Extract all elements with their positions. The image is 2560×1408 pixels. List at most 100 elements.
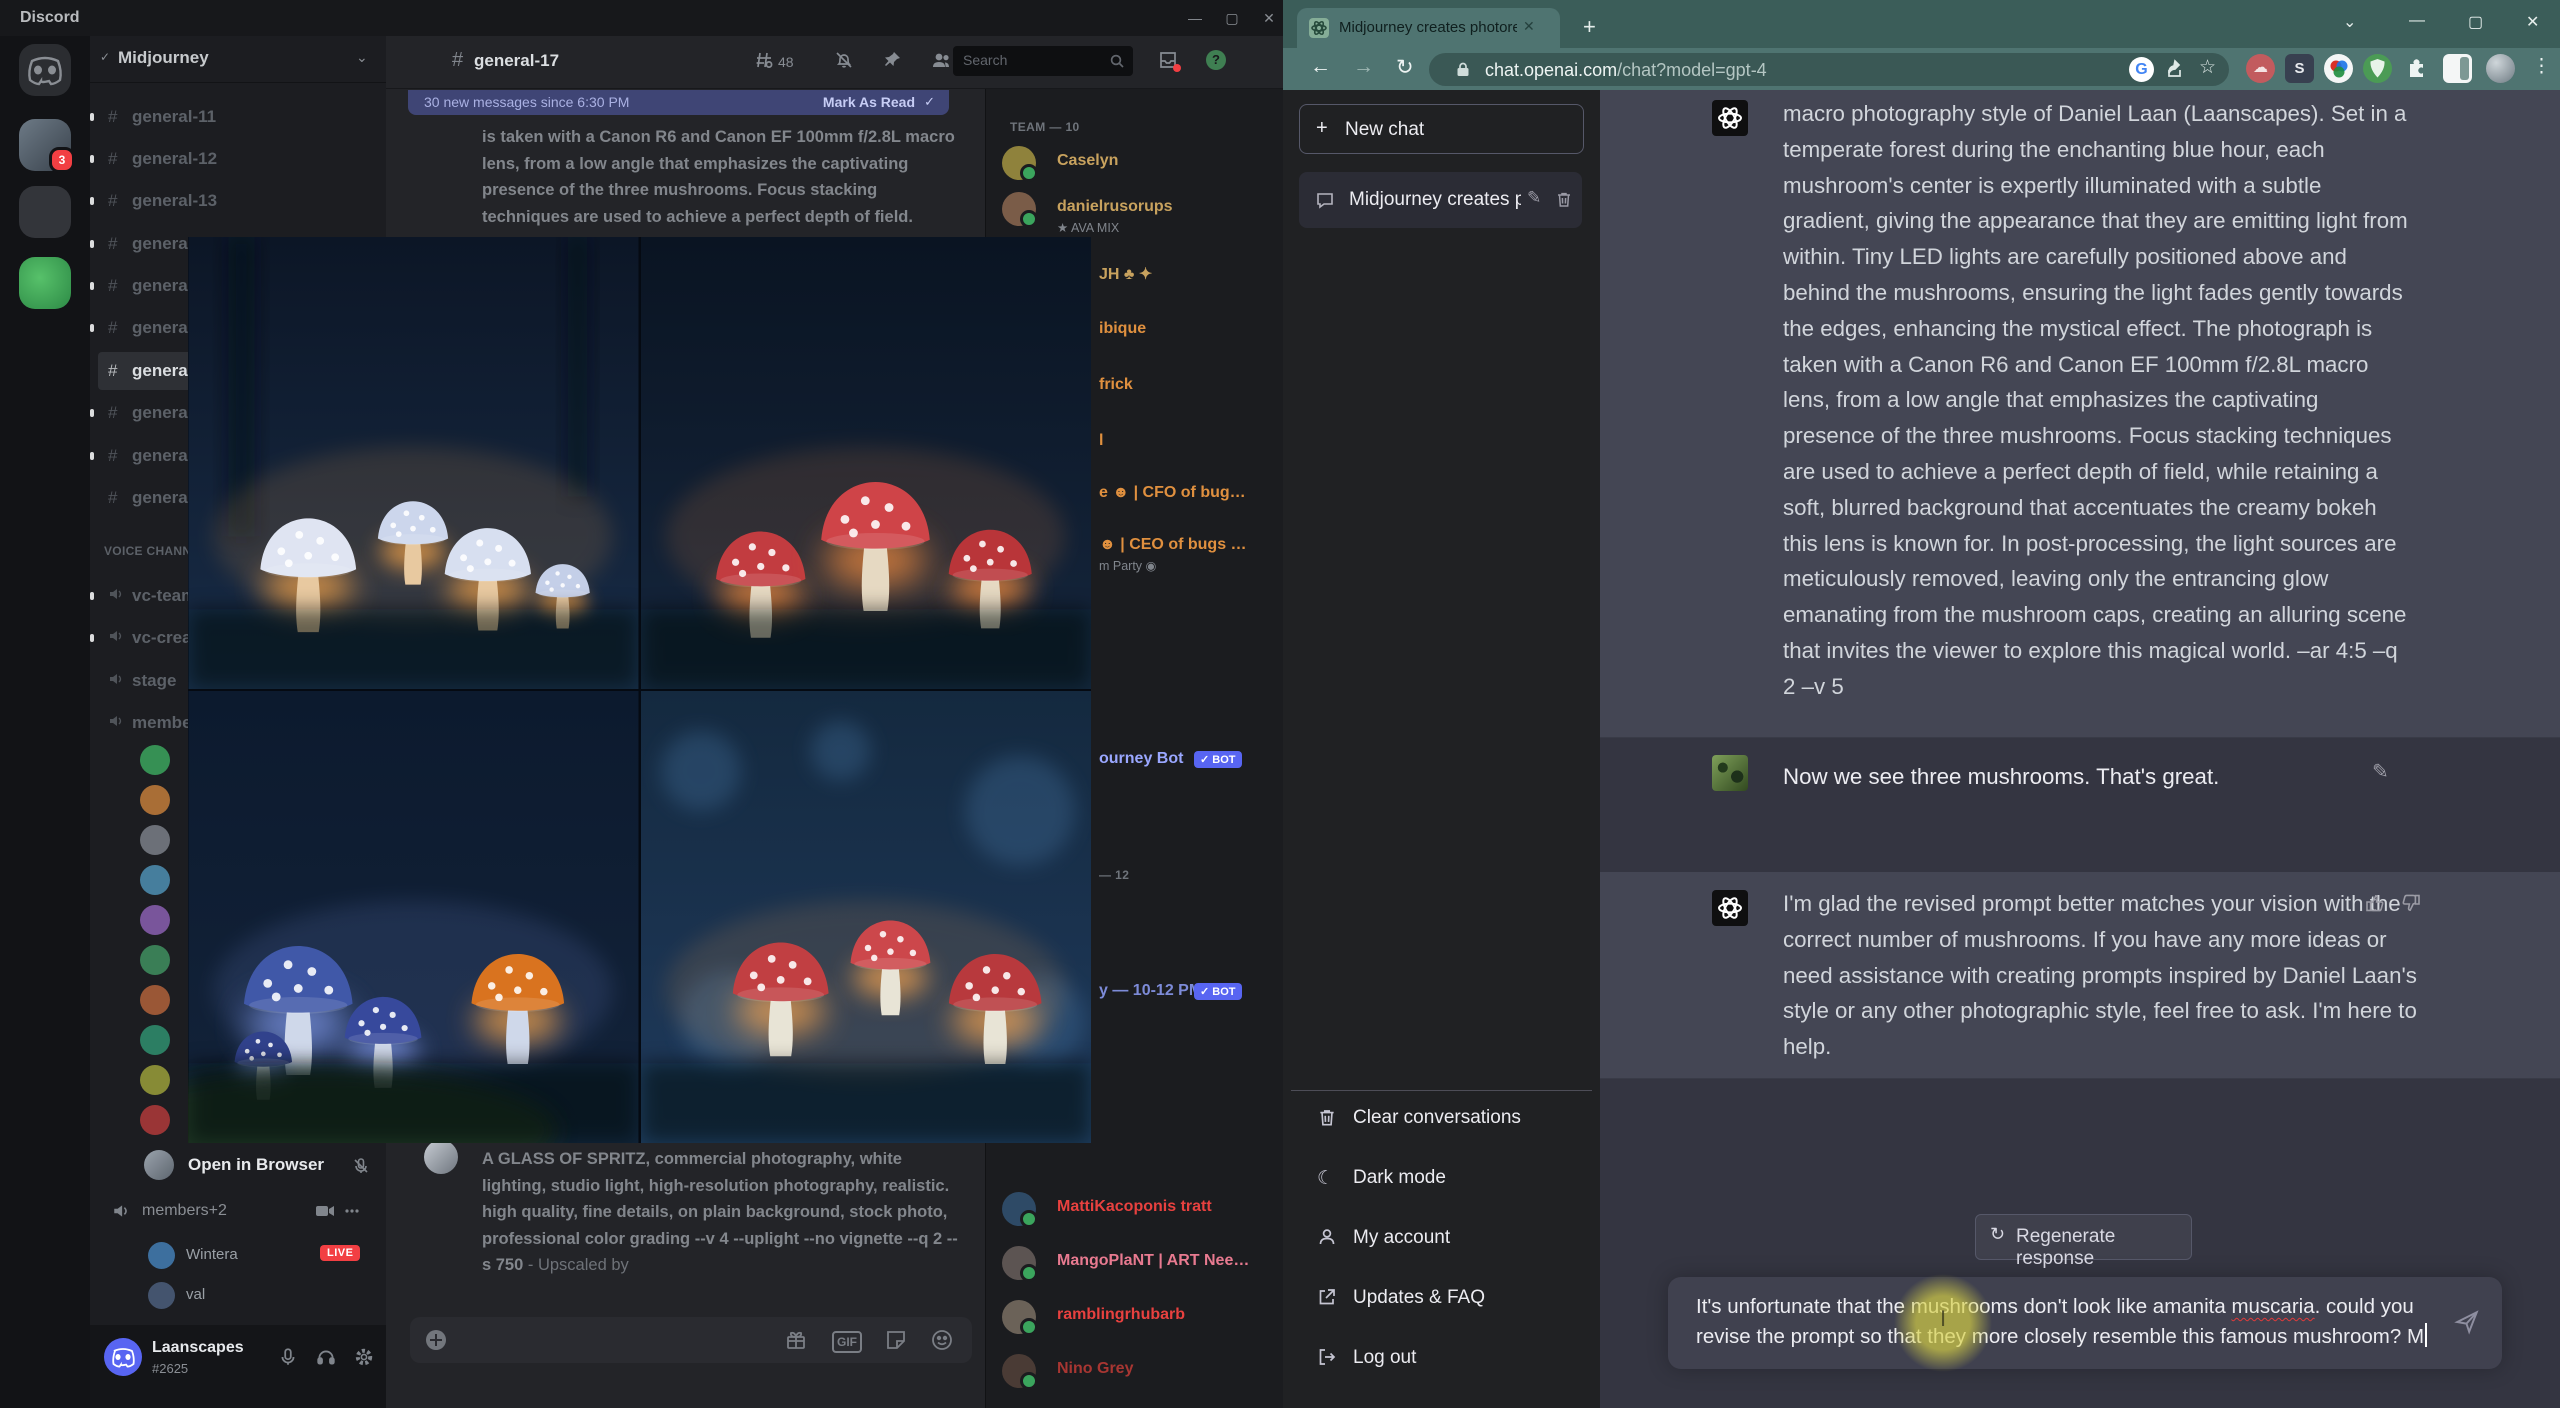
forward-icon[interactable]: → (1353, 55, 1374, 79)
share-icon[interactable] (2166, 59, 2186, 79)
voice-user-avatar[interactable] (140, 825, 170, 855)
reload-icon[interactable]: ↻ (1396, 55, 1414, 80)
mushroom-image-bottom-left[interactable] (188, 691, 639, 1143)
maximize-icon[interactable]: ▢ (1219, 7, 1245, 29)
maximize-icon[interactable]: ▢ (2468, 12, 2483, 32)
camera-icon[interactable] (316, 1204, 334, 1218)
extensions-puzzle-icon[interactable] (2402, 54, 2431, 83)
my-account-item[interactable]: My account (1291, 1212, 1592, 1264)
notifications-off-icon[interactable] (834, 50, 854, 70)
trash-icon[interactable] (1555, 190, 1573, 209)
voice-user-avatar[interactable] (140, 1025, 170, 1055)
send-icon[interactable] (2454, 1309, 2480, 1335)
conversation-item[interactable]: Midjourney creates pho ✎ (1299, 172, 1582, 228)
member-name: danielrusorups (1057, 198, 1173, 215)
voice-user-avatar[interactable] (140, 865, 170, 895)
sticker-icon[interactable] (884, 1328, 908, 1352)
sidebar-channel-item[interactable]: # general-12 (90, 140, 378, 178)
voice-user-avatar[interactable] (140, 1065, 170, 1095)
voice-user-avatar[interactable] (140, 785, 170, 815)
thumbs-down-icon[interactable] (2400, 892, 2422, 914)
member-row[interactable]: MattiKacoponis tratt (986, 1192, 1284, 1236)
emoji-icon[interactable] (930, 1328, 954, 1352)
member-name: JH ♣ ✦ (1099, 266, 1153, 283)
clear-conversations-item[interactable]: Clear conversations (1291, 1092, 1592, 1144)
log-out-item[interactable]: Log out (1291, 1332, 1592, 1384)
new-messages-banner[interactable]: 30 new messages since 6:30 PM Mark As Re… (408, 90, 949, 115)
server-header[interactable]: ✓ Midjourney ⌄ (90, 36, 386, 83)
midjourney-image-preview[interactable] (188, 237, 1091, 1143)
gift-icon[interactable] (784, 1328, 808, 1352)
member-row[interactable]: ramblingrhubarb (986, 1300, 1284, 1344)
extension-rgb-icon[interactable] (2324, 54, 2353, 83)
mushroom-image-top-right[interactable] (641, 237, 1091, 689)
sidebar-channel-item[interactable]: # general-13 (90, 182, 378, 220)
back-icon[interactable]: ← (1310, 55, 1331, 79)
gif-icon[interactable]: GIF (832, 1331, 862, 1353)
member-row[interactable]: Caselyn (986, 146, 1284, 190)
voice-channel-members-label[interactable]: members+2 (142, 1202, 227, 1220)
discord-home-button[interactable] (19, 44, 71, 96)
discord-message-input[interactable]: GIF (410, 1317, 972, 1363)
voice-user-avatar[interactable] (140, 745, 170, 775)
browser-tab[interactable]: Midjourney creates photorealisti ✕ (1297, 8, 1560, 48)
open-in-browser-label[interactable]: Open in Browser (188, 1155, 324, 1175)
bookmark-star-icon[interactable]: ☆ (2199, 56, 2216, 79)
member-row[interactable]: MangoPlaNT | ART Nee… (986, 1246, 1284, 1290)
profile-avatar[interactable] (2486, 54, 2515, 83)
regenerate-response-button[interactable]: ↻ Regenerate response (1975, 1214, 2192, 1269)
voice-user-avatar[interactable] (140, 1105, 170, 1135)
minimize-icon[interactable]: — (2409, 12, 2425, 30)
google-g-icon[interactable]: G (2129, 57, 2154, 82)
headphones-icon[interactable] (316, 1347, 336, 1367)
sidebar-channel-item[interactable]: # general-11 (90, 98, 378, 136)
edit-message-icon[interactable]: ✎ (2372, 759, 2389, 784)
new-tab-icon[interactable]: + (1583, 14, 1596, 40)
pin-icon[interactable] (882, 50, 902, 70)
voice-user-row[interactable]: val (90, 1280, 386, 1316)
help-icon[interactable]: ? (1206, 50, 1226, 70)
more-icon[interactable] (344, 1204, 360, 1218)
mushroom-image-bottom-right[interactable] (641, 691, 1091, 1143)
regenerate-icon: ↻ (1990, 1224, 2006, 1244)
chatgpt-message-input[interactable]: It's unfortunate that the mushrooms don'… (1668, 1277, 2502, 1369)
attach-plus-icon[interactable] (424, 1328, 448, 1352)
extension-cloud-icon[interactable]: ☁ (2246, 54, 2275, 83)
thumbs-up-icon[interactable] (2364, 892, 2386, 914)
updates-faq-item[interactable]: Updates & FAQ (1291, 1272, 1592, 1324)
voice-user-avatar[interactable] (140, 945, 170, 975)
server-icon-green[interactable] (19, 257, 71, 309)
threads-icon[interactable] (754, 50, 774, 70)
dark-mode-item[interactable]: ☾ Dark mode (1291, 1152, 1592, 1204)
mushroom-image-top-left[interactable] (188, 237, 639, 689)
extension-shield-icon[interactable] (2363, 54, 2392, 83)
minimize-icon[interactable]: — (1182, 7, 1208, 29)
address-bar[interactable]: chat.openai.com/chat?model=gpt-4 G ☆ (1429, 53, 2229, 86)
close-icon[interactable]: ✕ (1256, 7, 1282, 29)
voice-user-avatar[interactable] (140, 905, 170, 935)
server-icon-2[interactable] (19, 186, 71, 238)
member-row[interactable]: danielrusorups ★ AVA MIX (986, 192, 1284, 236)
edit-pencil-icon[interactable]: ✎ (1527, 188, 1541, 208)
close-icon[interactable]: ✕ (2526, 12, 2539, 32)
gear-icon[interactable] (354, 1347, 374, 1367)
new-chat-button[interactable]: + New chat (1299, 104, 1584, 154)
members-icon[interactable] (930, 50, 952, 70)
tab-close-icon[interactable]: ✕ (1523, 18, 1535, 35)
member-row[interactable]: Nino Grey (986, 1354, 1284, 1398)
channel-label: general-11 (132, 107, 217, 126)
voice-user-row[interactable]: Wintera LIVE (90, 1240, 386, 1276)
server-icon-unread[interactable]: 3 (19, 119, 75, 173)
user-panel: Laanscapes #2625 (90, 1325, 386, 1408)
side-panel-icon[interactable] (2443, 54, 2472, 83)
search-input[interactable]: Search (953, 46, 1133, 76)
voice-user-avatar[interactable] (140, 985, 170, 1015)
user-avatar[interactable] (104, 1338, 142, 1376)
extension-s-icon[interactable]: S (2285, 54, 2314, 83)
mic-icon[interactable] (278, 1347, 298, 1367)
mark-as-read-button[interactable]: Mark As Read (823, 94, 915, 110)
unread-pill (90, 592, 94, 600)
kebab-menu-icon[interactable]: ⋮ (2532, 55, 2551, 78)
browser-menu-chevron-icon[interactable]: ⌄ (2343, 12, 2356, 32)
inbox-icon[interactable] (1158, 50, 1181, 72)
